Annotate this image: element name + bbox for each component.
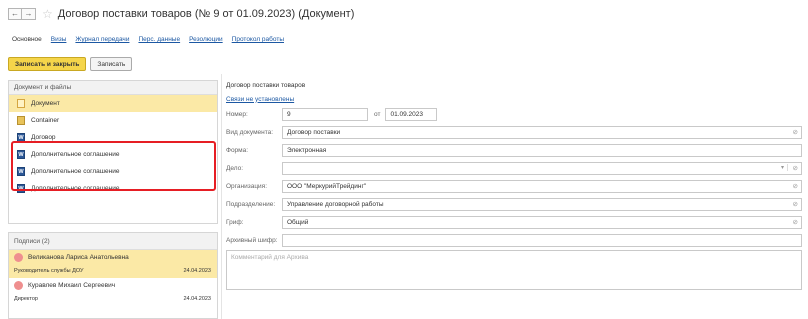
organization-row: Организация: ООО "МеркурийТрейдинг" ⊘ bbox=[226, 178, 802, 195]
form-type-label: Форма: bbox=[226, 147, 249, 154]
open-link-icon[interactable]: ⊘ bbox=[793, 182, 798, 190]
document-form: Договор поставки товаров Связи не устано… bbox=[226, 78, 802, 290]
number-row: Номер: 9 от 01.09.2023 bbox=[226, 106, 802, 123]
grif-value: Общий bbox=[287, 219, 309, 226]
form-type-row: Форма: Электронная bbox=[226, 142, 802, 159]
dropdown-icon[interactable]: ▾ bbox=[781, 164, 788, 171]
toolbar: Записать и закрыть Записать bbox=[8, 57, 133, 71]
open-link-icon[interactable]: ⊘ bbox=[793, 128, 798, 136]
number-label: Номер: bbox=[226, 111, 248, 118]
signature-row[interactable]: Куравлев Михаил Сергеевич bbox=[9, 278, 217, 292]
form-tabs: Основное Визы Журнал передачи Перс. данн… bbox=[12, 36, 284, 43]
doc-type-row: Вид документа: Договор поставки ⊘ bbox=[226, 124, 802, 141]
tab-visas[interactable]: Визы bbox=[51, 36, 67, 43]
favorite-star-icon[interactable]: ☆ bbox=[42, 8, 53, 20]
signatures-panel-header: Подписи (2) bbox=[9, 233, 217, 250]
tab-personal-data[interactable]: Перс. данные bbox=[138, 36, 180, 43]
list-item-document[interactable]: Документ bbox=[9, 95, 217, 112]
organization-label: Организация: bbox=[226, 183, 268, 190]
arrow-left-icon: ← bbox=[11, 8, 19, 18]
red-highlight-frame bbox=[11, 141, 216, 191]
links-link[interactable]: Связи не установлены bbox=[226, 92, 802, 106]
signature-date: 24.04.2023 bbox=[183, 268, 211, 274]
date-field[interactable]: 01.09.2023 bbox=[385, 108, 438, 121]
grif-label: Гриф: bbox=[226, 219, 244, 226]
signer-role: Руководитель службы ДОУ bbox=[14, 268, 84, 274]
department-field[interactable]: Управление договорной работы ⊘ bbox=[282, 198, 802, 211]
number-field[interactable]: 9 bbox=[282, 108, 368, 121]
folder-icon bbox=[17, 116, 25, 125]
panel-splitter[interactable] bbox=[221, 74, 222, 319]
tab-main[interactable]: Основное bbox=[12, 36, 42, 43]
tab-work-log[interactable]: Протокол работы bbox=[232, 36, 284, 43]
archive-code-label: Архивный шифр: bbox=[226, 237, 278, 244]
signature-role-row[interactable]: Руководитель службы ДОУ 24.04.2023 bbox=[9, 264, 217, 278]
signer-role: Директор bbox=[14, 296, 38, 302]
documents-panel: Документ и файлы Документ Container W До… bbox=[8, 80, 218, 224]
doc-type-label: Вид документа: bbox=[226, 129, 274, 136]
archive-comment-textarea[interactable]: Комментарий для Архива bbox=[226, 250, 802, 290]
tab-resolutions[interactable]: Резолюции bbox=[189, 36, 223, 43]
arrow-right-icon: → bbox=[24, 8, 33, 18]
case-label: Дело: bbox=[226, 165, 244, 172]
document-title: Договор поставки товаров bbox=[226, 81, 306, 89]
title-bar: ← → ☆ Договор поставки товаров (№ 9 от 0… bbox=[0, 0, 808, 27]
department-value: Управление договорной работы bbox=[287, 201, 384, 208]
signatures-panel: Подписи (2) Великанова Лариса Анатольевн… bbox=[8, 232, 218, 319]
signer-name: Куравлев Михаил Сергеевич bbox=[28, 281, 116, 289]
organization-field[interactable]: ООО "МеркурийТрейдинг" ⊘ bbox=[282, 180, 802, 193]
doc-type-field[interactable]: Договор поставки ⊘ bbox=[282, 126, 802, 139]
documents-panel-header: Документ и файлы bbox=[9, 81, 217, 95]
case-field[interactable]: ▾ ⊘ bbox=[282, 162, 802, 175]
date-prefix: от bbox=[374, 111, 381, 118]
open-link-icon[interactable]: ⊘ bbox=[793, 218, 798, 226]
signer-avatar-icon bbox=[14, 280, 23, 290]
forward-button[interactable]: → bbox=[22, 7, 36, 20]
case-row: Дело: ▾ ⊘ bbox=[226, 160, 802, 177]
window-title: Договор поставки товаров (№ 9 от 01.09.2… bbox=[57, 7, 355, 20]
open-link-icon[interactable]: ⊘ bbox=[793, 164, 798, 172]
list-item-label: Договор bbox=[31, 134, 56, 141]
signer-avatar-icon bbox=[14, 252, 23, 262]
doc-type-value: Договор поставки bbox=[287, 129, 341, 136]
document-icon bbox=[17, 99, 25, 108]
signer-name: Великанова Лариса Анатольевна bbox=[28, 253, 129, 261]
save-button[interactable]: Записать bbox=[90, 57, 133, 71]
save-and-close-button[interactable]: Записать и закрыть bbox=[8, 57, 87, 71]
signature-role-row[interactable]: Директор 24.04.2023 bbox=[9, 292, 217, 306]
archive-code-field[interactable] bbox=[282, 234, 802, 247]
form-type-field[interactable]: Электронная bbox=[282, 144, 802, 157]
open-link-icon[interactable]: ⊘ bbox=[793, 200, 798, 208]
archive-code-row: Архивный шифр: bbox=[226, 232, 802, 249]
signature-date: 24.04.2023 bbox=[183, 296, 211, 302]
list-item-label: Container bbox=[31, 117, 60, 124]
tab-transfer-log[interactable]: Журнал передачи bbox=[75, 36, 129, 43]
grif-field[interactable]: Общий ⊘ bbox=[282, 216, 802, 229]
department-row: Подразделение: Управление договорной раб… bbox=[226, 196, 802, 213]
signature-row[interactable]: Великанова Лариса Анатольевна bbox=[9, 250, 217, 264]
back-button[interactable]: ← bbox=[8, 7, 22, 20]
list-item-container[interactable]: Container bbox=[9, 112, 217, 129]
department-label: Подразделение: bbox=[226, 201, 276, 208]
organization-value: ООО "МеркурийТрейдинг" bbox=[287, 183, 367, 190]
grif-row: Гриф: Общий ⊘ bbox=[226, 214, 802, 231]
list-item-label: Документ bbox=[31, 100, 60, 107]
